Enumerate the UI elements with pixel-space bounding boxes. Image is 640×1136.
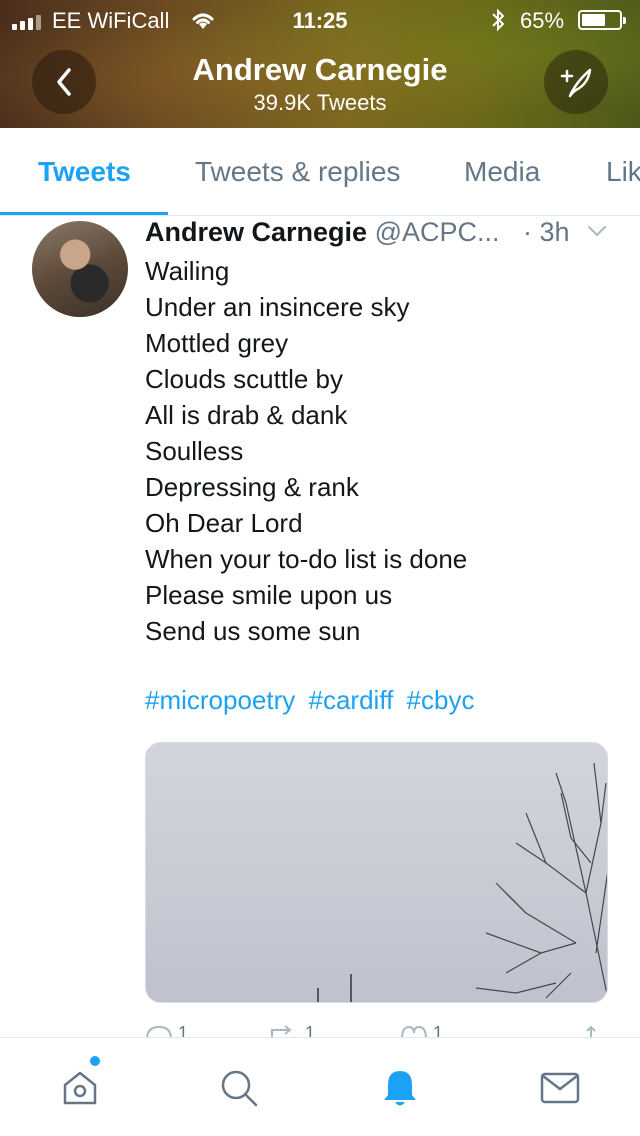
tweet-count: 39.9K Tweets xyxy=(253,90,387,115)
sky-photo-illustration xyxy=(146,743,607,1002)
share-icon xyxy=(586,1025,596,1037)
nav-notifications[interactable] xyxy=(378,1066,422,1110)
hashtag-link[interactable]: #cbyc xyxy=(407,685,475,715)
tweet-line: Oh Dear Lord xyxy=(145,508,303,538)
tweet[interactable]: Andrew Carnegie @ACPC... · 3h Wailing Un… xyxy=(0,217,640,1037)
tweet-author[interactable]: Andrew Carnegie xyxy=(145,217,367,247)
bottom-tab-bar xyxy=(0,1037,640,1136)
tweet-line: Depressing & rank xyxy=(145,472,359,502)
tab-tweets-and-replies[interactable]: Tweets & replies xyxy=(195,156,400,188)
reply-icon xyxy=(146,1025,172,1037)
compose-feather-icon xyxy=(560,68,592,98)
battery-percent: 65% xyxy=(520,8,565,33)
tweet-line: Soulless xyxy=(145,436,244,466)
status-bar: EE WiFiCall 11:25 65% xyxy=(0,0,640,40)
tweet-line: Under an insincere sky xyxy=(145,292,410,322)
tweet-line: Wailing xyxy=(145,256,230,286)
hashtag-link[interactable]: #cardiff xyxy=(309,685,394,715)
tweet-photo[interactable] xyxy=(145,742,608,1003)
mail-icon xyxy=(540,1072,580,1104)
compose-tweet-button[interactable] xyxy=(544,50,608,114)
tweet-header: Andrew Carnegie @ACPC... · 3h xyxy=(145,217,615,249)
hashtags: #micropoetry #cardiff #cbyc xyxy=(145,685,480,716)
home-icon xyxy=(63,1071,97,1105)
reply-button[interactable]: 1 xyxy=(145,1023,188,1037)
retweet-icon xyxy=(271,1025,292,1037)
nav-search[interactable] xyxy=(217,1066,261,1110)
tweet-line: Please smile upon us xyxy=(145,580,393,610)
bluetooth-icon xyxy=(490,8,506,38)
like-count: 1 xyxy=(433,1023,444,1037)
tweet-line: Mottled grey xyxy=(145,328,289,358)
notification-dot xyxy=(90,1056,100,1066)
share-button[interactable] xyxy=(583,1023,599,1037)
tweet-text: Wailing Under an insincere sky Mottled g… xyxy=(145,253,615,649)
tweet-timestamp: · 3h xyxy=(523,217,570,247)
tweet-handle[interactable]: @ACPC... xyxy=(375,217,500,247)
search-icon xyxy=(221,1070,258,1107)
nav-home[interactable] xyxy=(58,1066,102,1110)
tweet-line: When your to-do list is done xyxy=(145,544,468,574)
tab-likes[interactable]: Lik xyxy=(606,156,640,188)
hashtag-link[interactable]: #micropoetry xyxy=(145,685,295,715)
retweet-button[interactable]: 1 xyxy=(270,1023,315,1037)
like-button[interactable]: 1 xyxy=(400,1023,443,1037)
retweet-count: 1 xyxy=(305,1023,316,1037)
avatar[interactable] xyxy=(32,221,128,317)
heart-icon xyxy=(401,1025,427,1037)
active-tab-indicator xyxy=(0,212,168,215)
tweet-line: All is drab & dank xyxy=(145,400,348,430)
tweet-actions: 1 1 1 xyxy=(145,1023,615,1037)
profile-tabs: Tweets Tweets & replies Media Lik xyxy=(0,128,640,216)
tab-tweets[interactable]: Tweets xyxy=(38,156,131,188)
chevron-down-icon[interactable] xyxy=(585,219,609,250)
tweet-line: Clouds scuttle by xyxy=(145,364,343,394)
tweet-line: Send us some sun xyxy=(145,616,361,646)
nav-messages[interactable] xyxy=(538,1066,582,1110)
battery-icon xyxy=(578,10,626,30)
tab-media[interactable]: Media xyxy=(464,156,540,188)
profile-header: EE WiFiCall 11:25 65% Andrew Carnegie 39… xyxy=(0,0,640,128)
reply-count: 1 xyxy=(178,1023,189,1037)
bell-icon xyxy=(384,1071,416,1106)
